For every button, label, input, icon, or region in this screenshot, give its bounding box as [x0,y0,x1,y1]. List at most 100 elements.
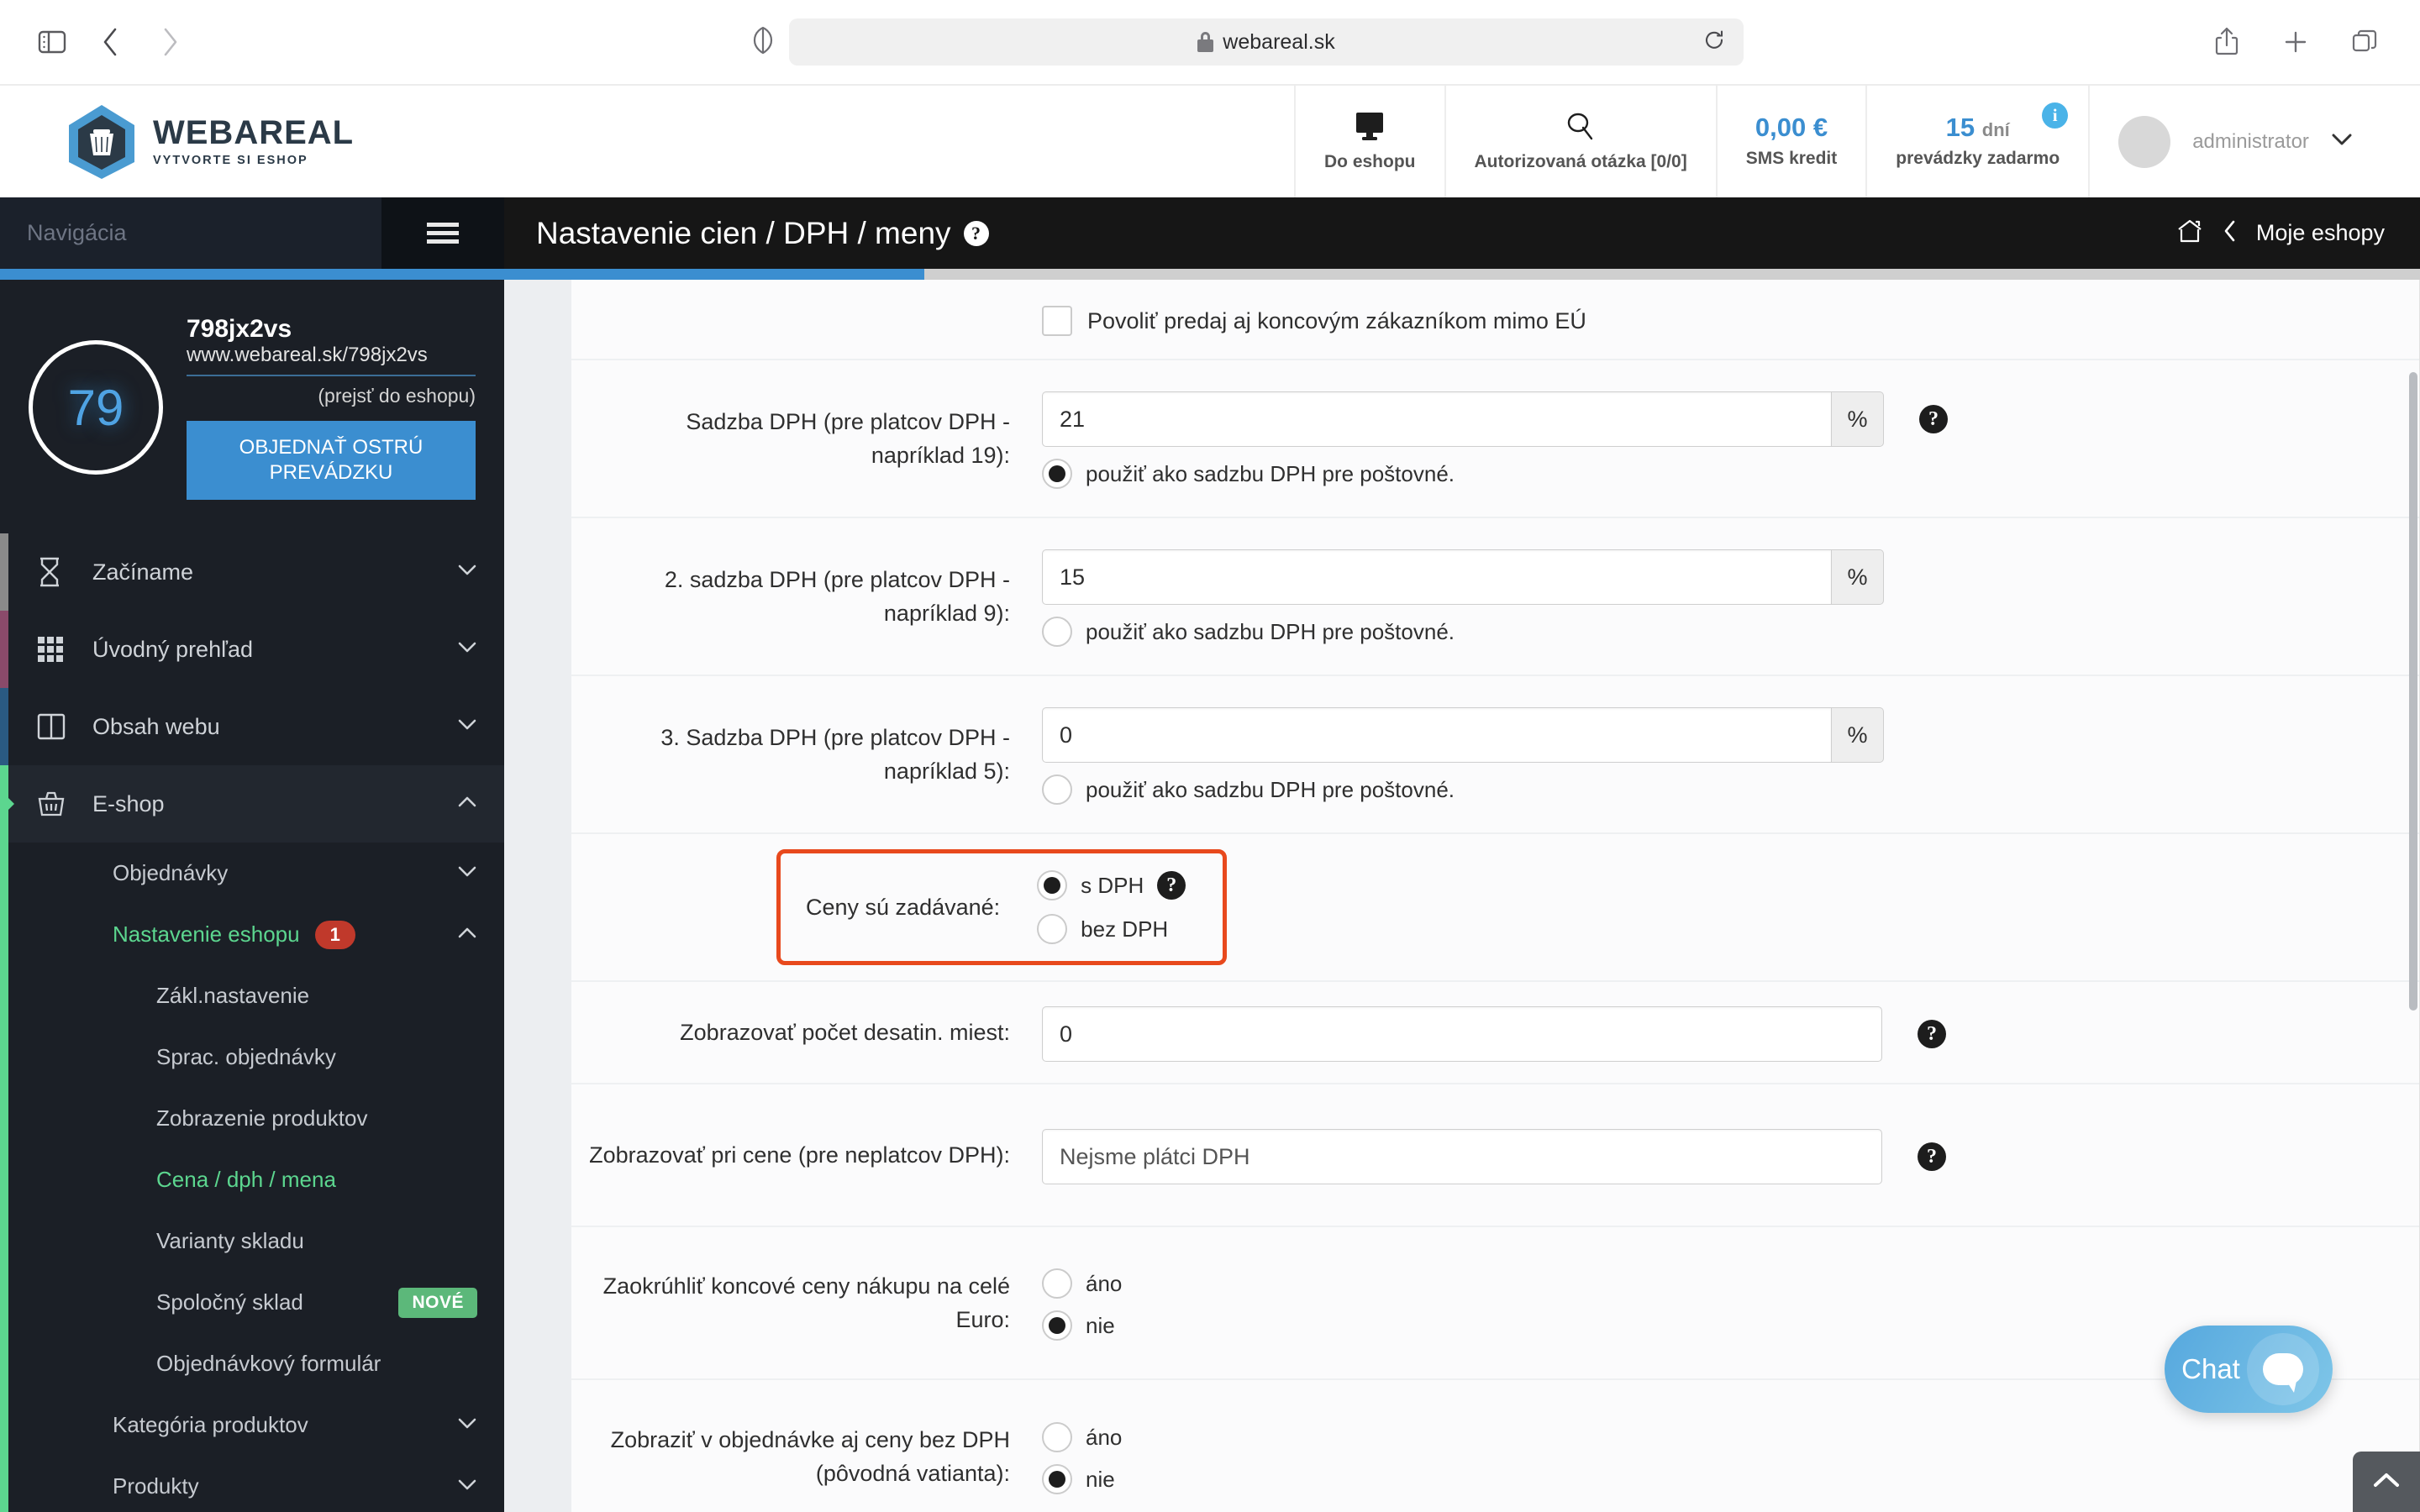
chevron-down-icon[interactable] [457,564,477,580]
show-net-no-radio[interactable] [1042,1464,1072,1494]
share-icon[interactable] [2203,18,2250,66]
round-euro-yes-radio[interactable] [1042,1268,1072,1299]
header-item-autorizovana-otazka[interactable]: Autorizovaná otázka [0/0] [1444,86,1716,197]
chat-button[interactable]: Chat [2165,1326,2333,1413]
vat3-postage-label: použiť ako sadzbu DPH pre poštovné. [1086,776,1455,802]
sidebar-item-kategoria-produktov[interactable]: Kategória produktov [0,1394,504,1456]
round-euro-yes-row[interactable]: áno [1042,1268,2386,1299]
vat2-input-group[interactable]: % [1042,549,2386,605]
chevron-down-icon[interactable] [457,1417,477,1434]
scrollbar-thumb[interactable] [2409,372,2417,1011]
vat3-input[interactable] [1042,707,1832,763]
sidebar-item-zobrazenie-produktov[interactable]: Zobrazenie produktov [0,1088,504,1149]
sidebar-item-label: Kategória produktov [113,1412,308,1437]
sidebar-item-nastavenie-eshopu[interactable]: Nastavenie eshopu 1 [0,904,504,965]
decimals-input[interactable] [1042,1006,1882,1062]
sidebar-item-cena-dph-mena[interactable]: Cena / dph / mena [0,1149,504,1210]
info-icon[interactable]: i [2042,102,2069,129]
brand-logo[interactable]: WEBAREAL VYTVORTE SI ESHOP [0,86,1294,197]
help-icon[interactable]: ? [1918,1142,1946,1171]
form-row-round-euro: Zaokrúhliť koncové ceny nákupu na celé E… [571,1227,2419,1380]
breadcrumb-label[interactable]: Moje eshopy [2256,220,2385,246]
header-item-sms-kredit[interactable]: 0,00 € SMS kredit [1715,86,1866,197]
sidebar-item-uvodny-prehlad[interactable]: Úvodný prehľad [0,611,504,688]
header-item-label: SMS kredit [1745,149,1838,168]
sidebar-item-label: Obsah webu [92,713,220,739]
sidebar-item-zakl-nastavenie[interactable]: Zákl.nastavenie [0,965,504,1026]
sidebar-item-objednavkovy-formular[interactable]: Objednávkový formulár [0,1333,504,1394]
prices-s-dph-radio[interactable] [1037,870,1068,900]
show-net-yes-row[interactable]: áno [1042,1422,2386,1452]
sidebar-item-sprac-objednavky[interactable]: Sprac. objednávky [0,1026,504,1088]
avatar [2118,115,2171,168]
page-scrollbar[interactable] [2407,280,2420,1512]
home-icon[interactable] [2175,218,2204,249]
chevron-down-icon[interactable] [457,641,477,658]
round-euro-yes-label: áno [1086,1270,1123,1296]
header-item-do-eshopu[interactable]: Do eshopu [1294,86,1444,197]
form-field-round-euro: áno nie [1042,1265,2386,1341]
chat-question-icon [1563,111,1598,145]
vat2-postage-radio[interactable] [1042,617,1072,647]
help-icon[interactable]: ? [963,220,989,246]
url-bar[interactable]: webareal.sk [789,18,1744,66]
sidebar-item-objednavky[interactable]: Objednávky [0,843,504,904]
nonvat-note-input[interactable] [1042,1129,1882,1184]
back-arrow-icon[interactable] [87,18,134,66]
reload-icon[interactable] [1703,29,1725,55]
sidebar-item-eshop[interactable]: E-shop [0,765,504,843]
chevron-down-icon[interactable] [457,865,477,882]
help-icon[interactable]: ? [1919,405,1948,433]
sidebar-item-produkty[interactable]: Produkty [0,1456,504,1512]
vat1-postage-radio-row[interactable]: použiť ako sadzbu DPH pre poštovné. [1042,459,2386,489]
chevron-up-icon[interactable] [457,795,477,812]
sidebar-item-varianty-skladu[interactable]: Varianty skladu [0,1210,504,1272]
help-icon[interactable]: ? [1157,871,1186,900]
prices-bez-dph-radio[interactable] [1037,914,1068,944]
vat2-input[interactable] [1042,549,1832,605]
scroll-to-top-button[interactable] [2353,1452,2420,1512]
user-name: administrator [2192,129,2309,153]
vat2-postage-radio-row[interactable]: použiť ako sadzbu DPH pre poštovné. [1042,617,2386,647]
prices-entered-label: Ceny sú zadávané: [806,894,1001,920]
sidebar-item-zaciname[interactable]: Začíname [0,533,504,611]
page-title: Nastavenie cien / DPH / meny ? [536,216,989,251]
show-net-no-row[interactable]: nie [1042,1464,2386,1494]
header-item-trial-days[interactable]: i 15 dní prevádzky zadarmo [1865,86,2088,197]
forward-arrow-icon[interactable] [146,18,193,66]
help-icon[interactable]: ? [1918,1020,1946,1048]
chevron-down-icon[interactable] [457,718,477,735]
form-field-eu-sales: Povoliť predaj aj koncovým zákazníkom mi… [1042,302,2386,336]
sidebar-item-label: Zákl.nastavenie [156,983,310,1008]
vat3-postage-radio[interactable] [1042,774,1072,805]
chevron-left-icon[interactable] [2223,219,2238,247]
vat1-postage-radio[interactable] [1042,459,1072,489]
chevron-up-icon[interactable] [457,927,477,943]
sidebar-toggle-icon[interactable] [29,18,76,66]
user-menu[interactable]: administrator [2088,86,2386,197]
prices-entered-option-bez-dph[interactable]: bez DPH [1037,914,1186,944]
round-euro-no-radio[interactable] [1042,1310,1072,1341]
eu-sales-checkbox[interactable] [1042,306,1072,336]
vat3-input-group[interactable]: % [1042,707,2386,763]
chevron-down-icon[interactable] [2331,133,2353,150]
shield-privacy-icon[interactable] [752,26,774,59]
go-to-eshop-link[interactable]: (prejsť do eshopu) [187,385,476,407]
chevron-down-icon[interactable] [457,1478,477,1495]
address-bar-region: webareal.sk [676,18,1744,66]
menu-toggle-button[interactable] [381,197,504,269]
show-net-yes-radio[interactable] [1042,1422,1072,1452]
sidebar-item-obsah-webu[interactable]: Obsah webu [0,688,504,765]
status-badge: 1 [314,920,355,949]
eu-sales-checkbox-row[interactable]: Povoliť predaj aj koncovým zákazníkom mi… [1042,306,2386,336]
form-label-decimals: Zobrazovať počet desatin. miest: [680,1019,1010,1045]
tab-overview-icon[interactable] [2341,18,2388,66]
new-tab-icon[interactable] [2272,18,2319,66]
prices-entered-options: s DPH ? bez DPH [1037,870,1186,944]
vat1-input-group[interactable]: % [1042,391,1884,447]
order-live-operation-button[interactable]: OBJEDNAŤ OSTRÚ PREVÁDZKU [187,421,476,500]
sidebar-item-spolocny-sklad[interactable]: Spoločný sklad NOVÉ [0,1272,504,1333]
vat3-postage-radio-row[interactable]: použiť ako sadzbu DPH pre poštovné. [1042,774,2386,805]
prices-entered-option-s-dph[interactable]: s DPH ? [1037,870,1186,900]
vat1-input[interactable] [1042,391,1832,447]
